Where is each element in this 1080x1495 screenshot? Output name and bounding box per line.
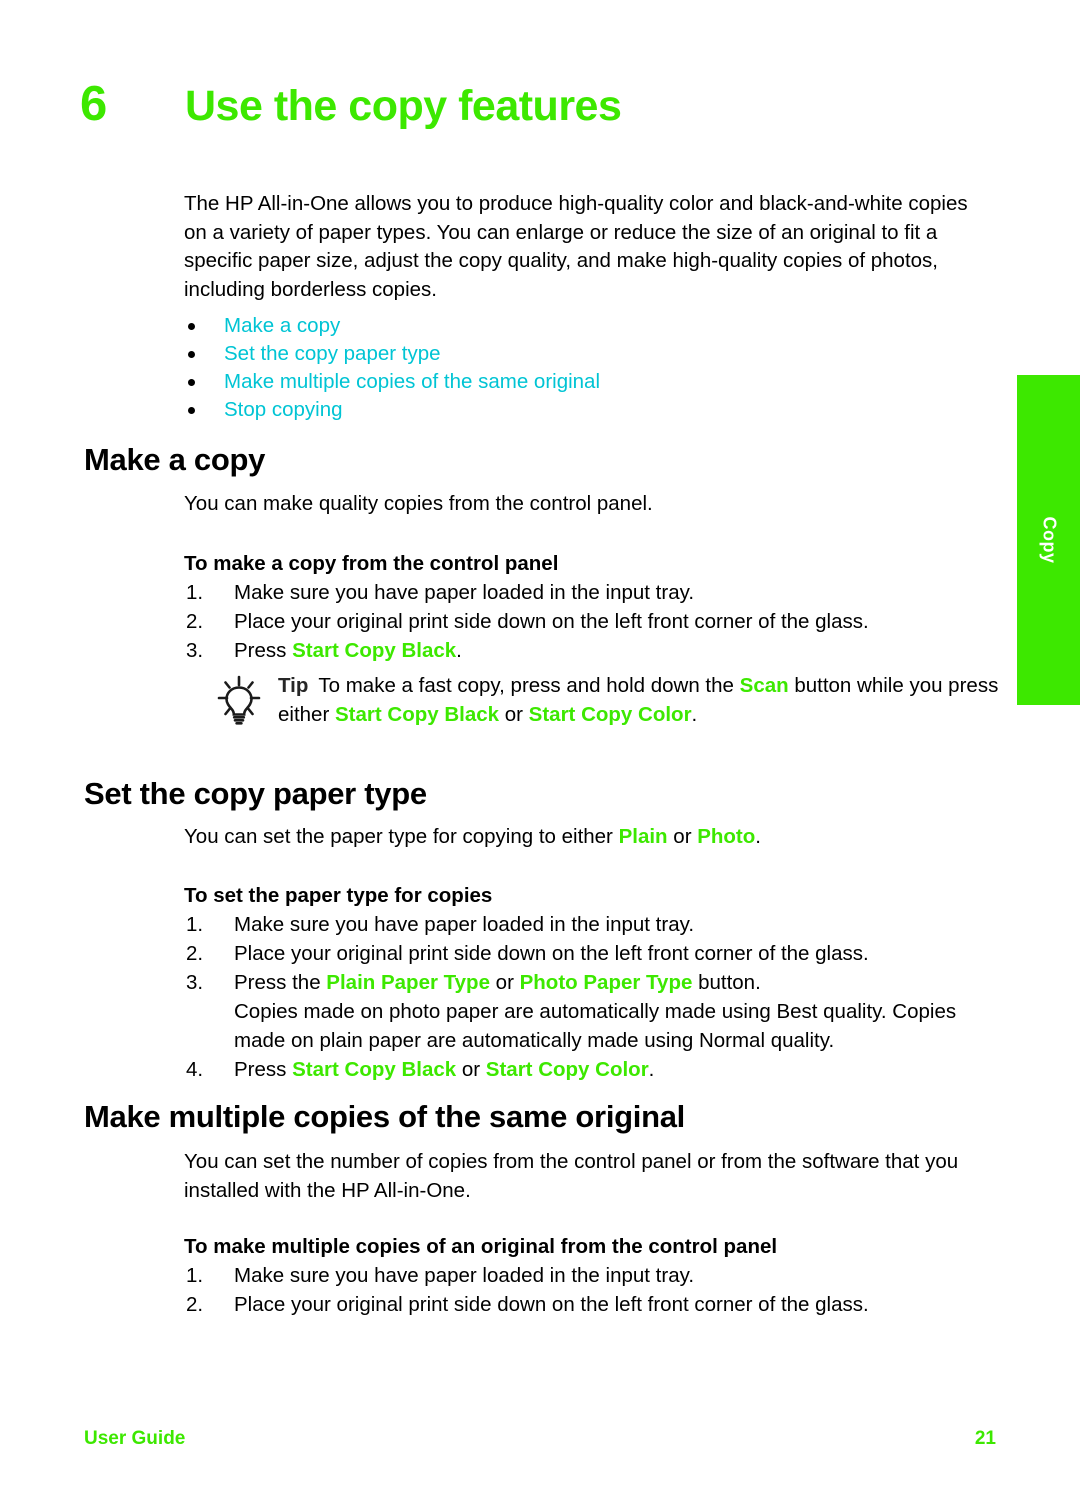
chapter-toc-list: Make a copy Set the copy paper type Make… [184,312,984,424]
chapter-header: 6 Use the copy features [80,80,940,129]
ui-button-name: Scan [739,674,789,697]
chapter-number: 6 [80,77,107,131]
step-text: Place your original print side down on t… [234,610,869,633]
section-intro-text: You can make quality copies from the con… [184,492,653,515]
step-number: 2. [186,1293,204,1316]
set-paper-type-procedure: To set the paper type for copies 1. Make… [184,882,984,1084]
ui-button-plain-paper-type: Plain Paper Type [326,971,490,994]
ui-button-name: Start Copy Black [292,639,457,662]
footer-page-number: 21 [974,1428,996,1449]
step-note: Copies made on photo paper are automatic… [234,1000,957,1052]
list-item[interactable]: Stop copying [184,396,984,424]
step-item: 4. Press Start Copy Black or Start Copy … [184,1055,984,1084]
step-item: 1. Make sure you have paper loaded in th… [184,578,984,607]
step-number: 2. [186,942,204,965]
step-item: 3. Press Start Copy Black. [184,636,984,665]
tip-label: Tip [278,674,309,697]
procedure-title: To make a copy from the control panel [184,552,559,575]
step-text-prefix: Press [234,1058,293,1081]
step-number: 2. [186,610,204,633]
procedure-steps: 1. Make sure you have paper loaded in th… [184,910,984,1084]
procedure-title: To set the paper type for copies [184,884,493,907]
step-item: 1. Make sure you have paper loaded in th… [184,910,984,939]
step-text: Make sure you have paper loaded in the i… [234,1264,695,1287]
list-item[interactable]: Set the copy paper type [184,340,984,368]
section-heading-multiple-copies: Make multiple copies of the same origina… [84,1099,685,1134]
tip-part-3: or [499,702,529,726]
intro-suffix: . [755,825,761,848]
chapter-side-tab: Copy [1017,375,1080,705]
ui-button-name: Start Copy Black [334,702,500,726]
ui-option-photo: Photo [697,825,756,848]
intro-mid: or [667,825,698,848]
procedure-steps: 1. Make sure you have paper loaded in th… [184,578,984,665]
step-number: 1. [186,581,204,604]
toc-link[interactable]: Stop copying [224,398,343,421]
step-number: 3. [186,639,204,662]
step-text-prefix: Press [234,639,293,662]
step-text-suffix: . [648,1058,655,1081]
multiple-copies-procedure: To make multiple copies of an original f… [184,1233,984,1319]
list-item[interactable]: Make a copy [184,312,984,340]
step-text-mid: or [489,971,520,994]
make-a-copy-procedure: To make a copy from the control panel 1.… [184,550,984,665]
page-footer: User Guide 21 [84,1428,996,1450]
bullet-icon [188,323,195,330]
multiple-copies-intro: You can set the number of copies from th… [184,1148,984,1205]
bullet-icon [188,407,195,414]
ui-button-photo-paper-type: Photo Paper Type [519,971,693,994]
step-text: Make sure you have paper loaded in the i… [234,581,695,604]
tip-callout: Tip To make a fast copy, press and hold d… [214,672,1004,731]
step-number: 3. [186,971,204,994]
toc-link[interactable]: Make a copy [224,314,340,337]
set-paper-type-intro: You can set the paper type for copying t… [184,823,984,852]
procedure-title: To make multiple copies of an original f… [184,1235,778,1258]
lightbulb-icon [214,672,270,731]
tip-part-1: To make a fast copy, press and hold down… [318,674,740,697]
ui-button-name: Start Copy Black [292,1058,457,1081]
intro-prefix: You can set the paper type for copying t… [184,825,619,848]
step-item: 2. Place your original print side down o… [184,1290,984,1319]
section-intro-text: You can set the number of copies from th… [184,1150,959,1202]
bullet-icon [188,351,195,358]
step-text-suffix: . [456,639,462,662]
tip-text: Tip To make a fast copy, press and hold d… [270,672,1004,729]
step-number: 1. [186,913,204,936]
step-item: 3. Press the Plain Paper Type or Photo P… [184,968,984,1055]
step-text: Make sure you have paper loaded in the i… [234,913,695,936]
chapter-intro-block: The HP All-in-One allows you to produce … [184,190,984,424]
ui-option-plain: Plain [618,825,668,848]
footer-document-title: User Guide [84,1428,186,1449]
ui-button-name: Start Copy Color [528,702,692,726]
step-item: 2. Place your original print side down o… [184,607,984,636]
step-item: 2. Place your original print side down o… [184,939,984,968]
step-number: 4. [186,1058,204,1081]
procedure-steps: 1. Make sure you have paper loaded in th… [184,1261,984,1319]
chapter-title: Use the copy features [185,82,622,130]
section-intro-text: You can set the paper type for copying t… [184,823,984,852]
list-item[interactable]: Make multiple copies of the same origina… [184,368,984,396]
step-text-suffix: button. [692,971,761,994]
section-heading-set-paper-type: Set the copy paper type [84,776,427,811]
tip-part-4: . [691,702,698,726]
make-a-copy-body: You can make quality copies from the con… [184,490,984,519]
step-text: Place your original print side down on t… [234,1293,869,1316]
side-tab-label: Copy [1039,516,1059,564]
bullet-icon [188,379,195,386]
section-heading-make-a-copy: Make a copy [84,442,266,477]
step-item: 1. Make sure you have paper loaded in th… [184,1261,984,1290]
ui-button-name: Start Copy Color [485,1058,649,1081]
step-text-prefix: Press the [234,971,327,994]
step-number: 1. [186,1264,204,1287]
step-text: Place your original print side down on t… [234,942,869,965]
document-page: 6 Use the copy features The HP All-in-On… [0,0,1080,1495]
toc-link[interactable]: Make multiple copies of the same origina… [224,370,600,393]
toc-link[interactable]: Set the copy paper type [224,342,441,365]
step-text-mid: or [456,1058,486,1081]
intro-paragraph: The HP All-in-One allows you to produce … [184,192,968,301]
